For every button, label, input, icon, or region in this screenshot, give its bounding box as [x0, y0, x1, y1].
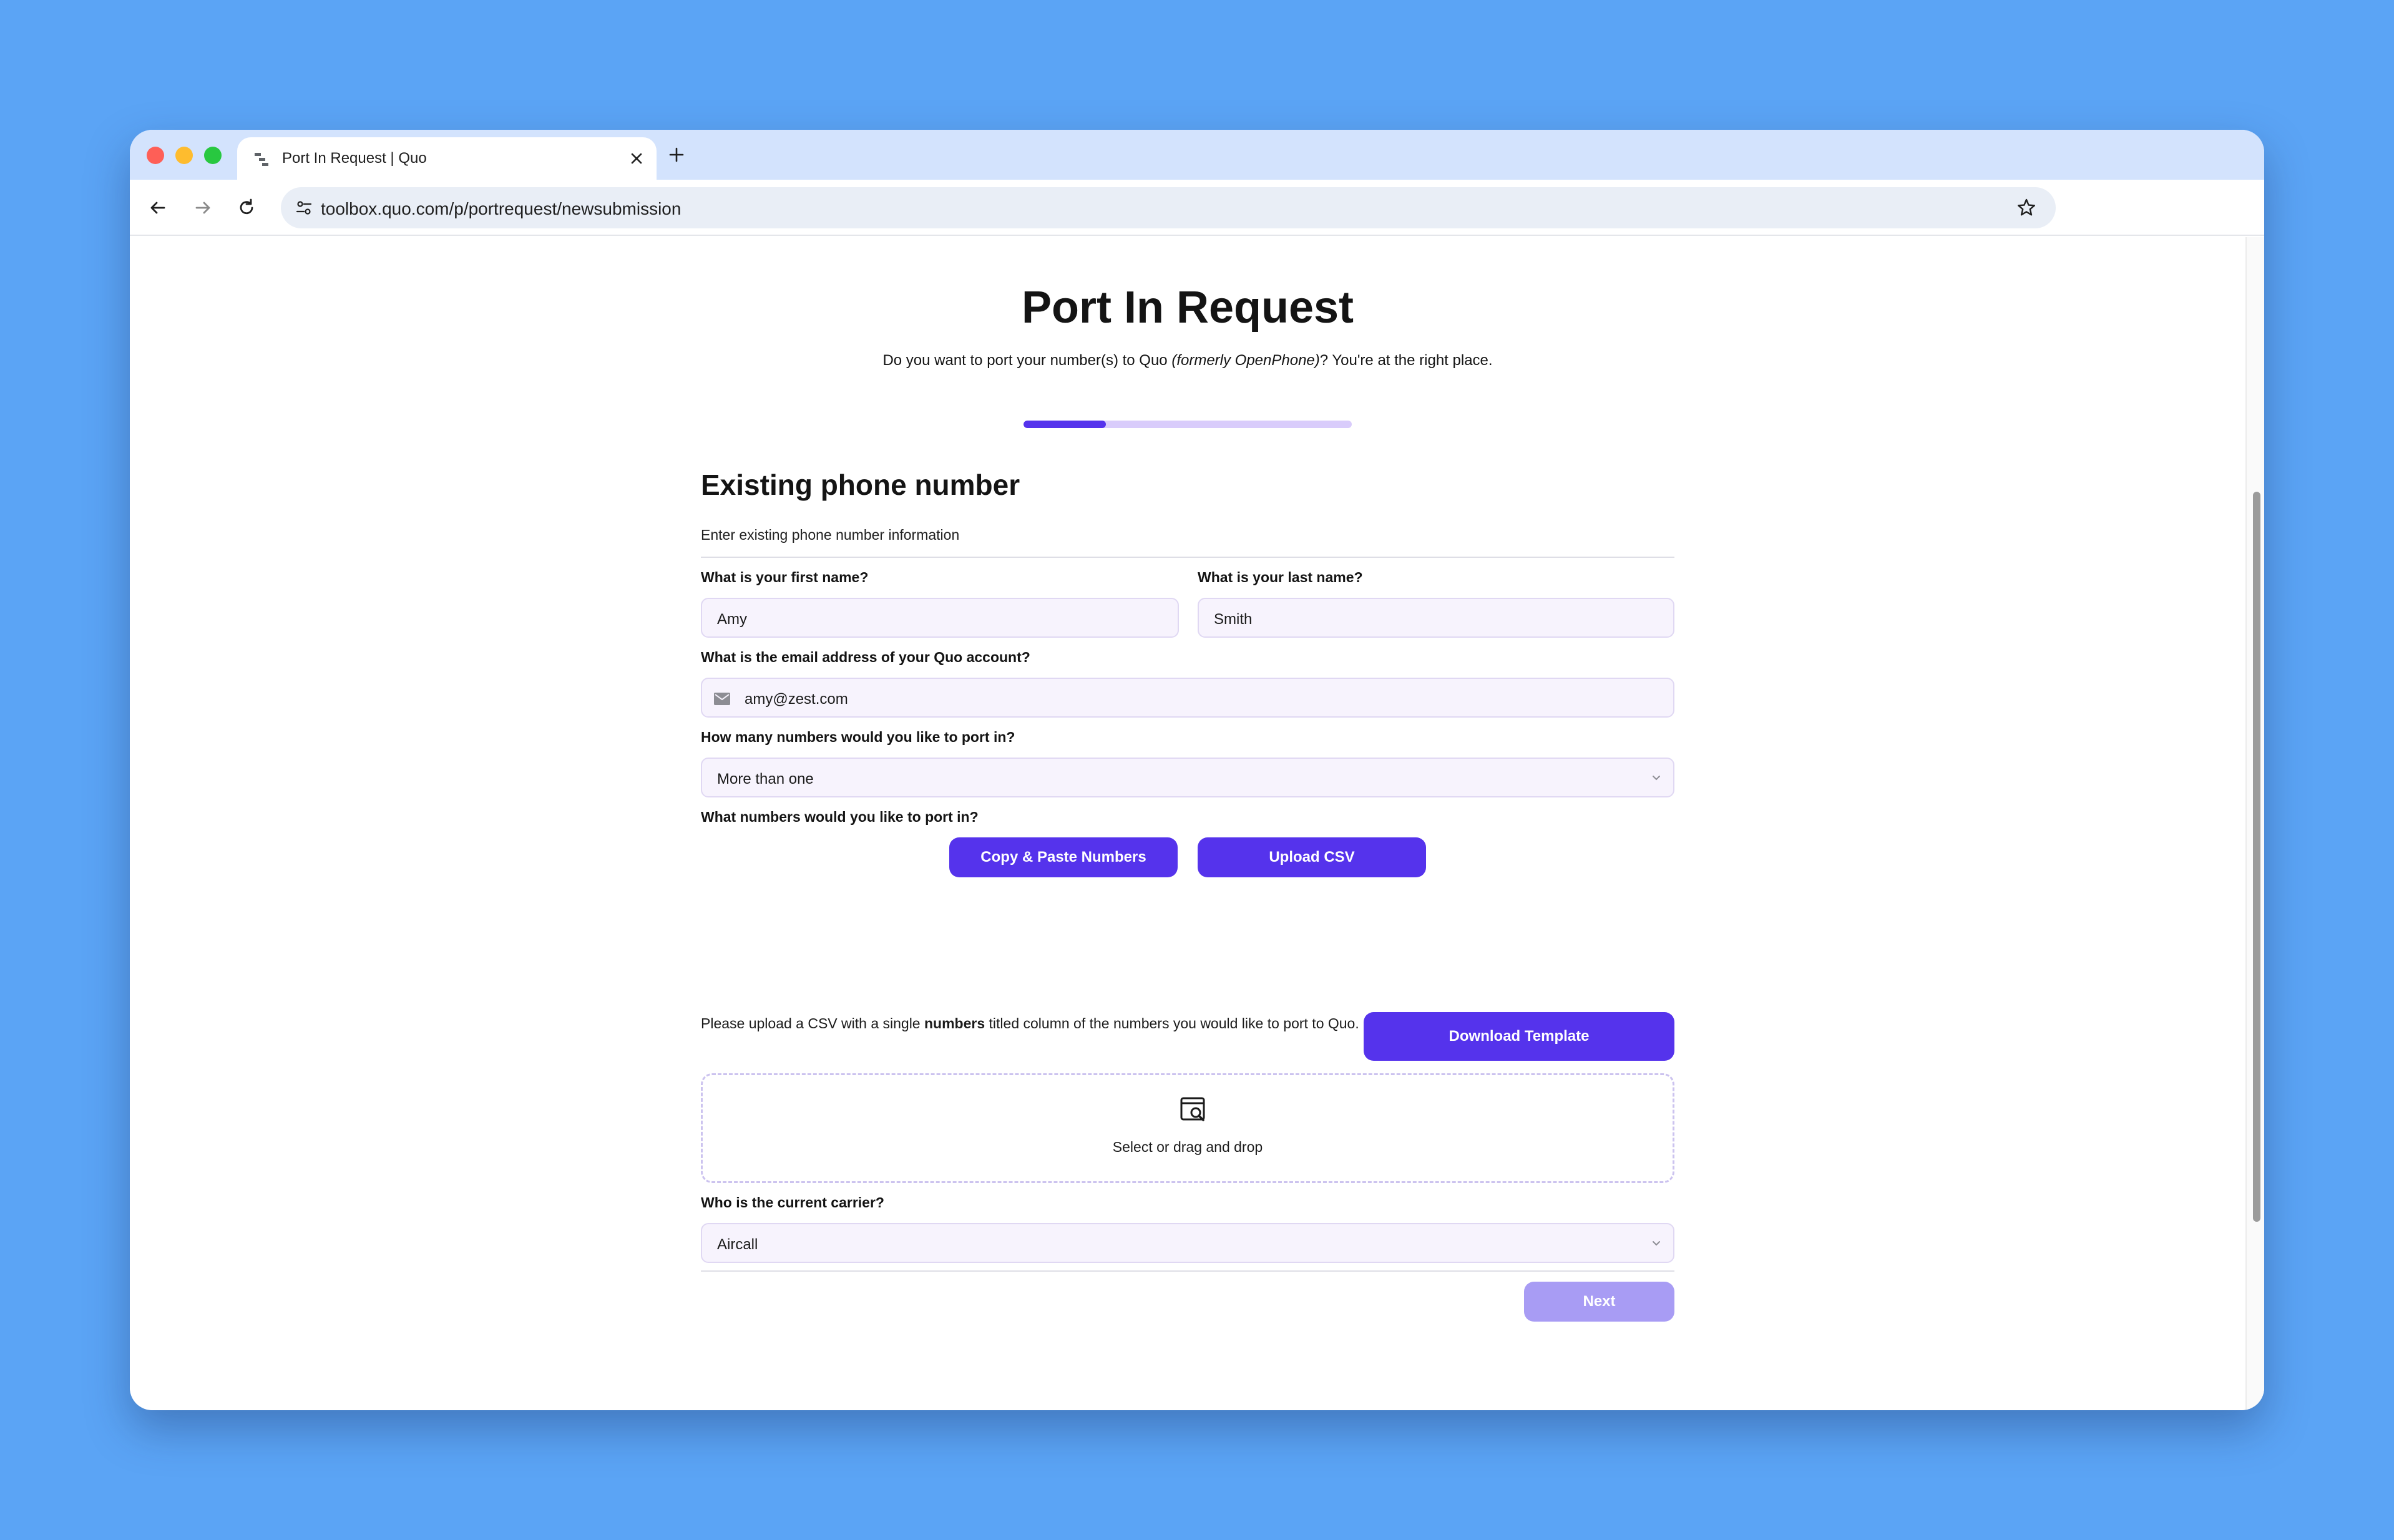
divider: [701, 557, 1674, 558]
email-label: What is the email address of your Quo ac…: [701, 649, 1030, 665]
csv-dropzone[interactable]: Select or drag and drop: [701, 1073, 1674, 1183]
count-label: How many numbers would you like to port …: [701, 729, 1015, 745]
progress-fill: [1024, 421, 1106, 428]
close-icon[interactable]: [628, 150, 645, 167]
last-name-label: What is your last name?: [1198, 569, 1363, 585]
scrollbar[interactable]: [2245, 237, 2264, 1410]
page-subtitle: Do you want to port your number(s) to Qu…: [882, 352, 1493, 369]
progress-bar: [1024, 421, 1352, 428]
tab-strip: Port In Request | Quo: [130, 130, 2264, 180]
plus-icon[interactable]: [668, 146, 685, 163]
site-info-icon[interactable]: [295, 198, 313, 217]
tab-title: Port In Request | Quo: [282, 150, 427, 167]
mail-icon: [714, 693, 730, 705]
favicon-icon: [255, 153, 268, 166]
page-title: Port In Request: [1021, 283, 1354, 333]
csv-help-text: Please upload a CSV with a single number…: [701, 1015, 1359, 1031]
minimize-window-button[interactable]: [175, 147, 193, 164]
close-window-button[interactable]: [147, 147, 164, 164]
carrier-label: Who is the current carrier?: [701, 1194, 884, 1211]
browser-tab[interactable]: Port In Request | Quo: [237, 137, 657, 180]
divider: [701, 1270, 1674, 1272]
reload-icon[interactable]: [236, 197, 257, 218]
page-content: Port In Request Do you want to port your…: [130, 237, 2264, 1410]
section-title: Existing phone number: [701, 469, 1020, 501]
copy-paste-numbers-button[interactable]: Copy & Paste Numbers: [949, 837, 1178, 877]
dropzone-text: Select or drag and drop: [1112, 1139, 1263, 1155]
carrier-select[interactable]: Aircall: [701, 1223, 1674, 1263]
number-count-select[interactable]: More than one: [701, 758, 1674, 797]
star-icon[interactable]: [2016, 197, 2037, 218]
forward-arrow-icon[interactable]: [192, 197, 213, 218]
first-name-label: What is your first name?: [701, 569, 869, 585]
url-text: toolbox.quo.com/p/portrequest/newsubmiss…: [321, 199, 682, 218]
browser-window: Port In Request | Quo toolbox.quo.com/p/…: [130, 130, 2264, 1410]
address-bar[interactable]: toolbox.quo.com/p/portrequest/newsubmiss…: [281, 187, 2056, 228]
download-template-button[interactable]: Download Template: [1364, 1012, 1674, 1061]
first-name-field[interactable]: Amy: [701, 598, 1179, 638]
chevron-down-icon: [1653, 776, 1660, 781]
last-name-field[interactable]: Smith: [1198, 598, 1674, 638]
upload-csv-button[interactable]: Upload CSV: [1198, 837, 1426, 877]
maximize-window-button[interactable]: [204, 147, 222, 164]
email-field[interactable]: amy@zest.com: [701, 678, 1674, 718]
browser-toolbar: toolbox.quo.com/p/portrequest/newsubmiss…: [130, 180, 2264, 236]
scrollbar-thumb[interactable]: [2253, 492, 2260, 1222]
next-button[interactable]: Next: [1524, 1282, 1674, 1322]
chevron-down-icon: [1653, 1241, 1660, 1246]
section-subtitle: Enter existing phone number information: [701, 527, 960, 543]
numbers-label: What numbers would you like to port in?: [701, 809, 979, 825]
back-arrow-icon[interactable]: [147, 197, 169, 218]
file-search-icon: [1180, 1097, 1205, 1121]
